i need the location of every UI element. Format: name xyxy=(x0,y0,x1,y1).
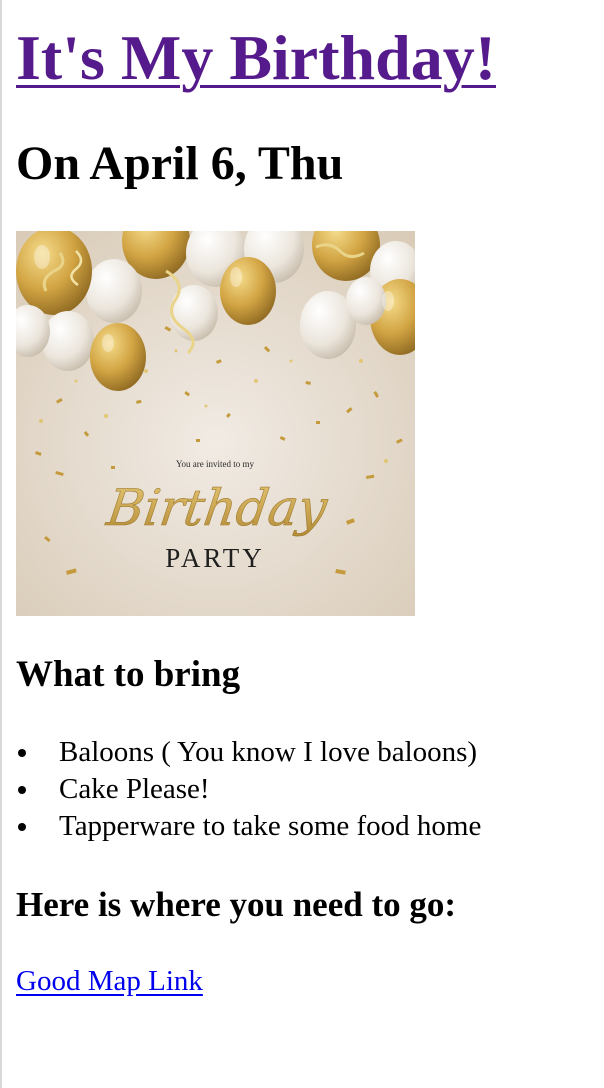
title-link[interactable]: It's My Birthday! xyxy=(16,22,496,93)
list-item-label: Cake Please! xyxy=(59,773,210,805)
balloon xyxy=(346,277,386,325)
left-border xyxy=(0,0,2,1088)
balloon xyxy=(16,231,92,315)
invite-caps-text: PARTY xyxy=(165,543,264,573)
balloon xyxy=(86,259,142,323)
list-item-label: Tapperware to take some food home xyxy=(59,810,482,842)
bring-heading: What to bring xyxy=(16,654,241,695)
bullet-icon xyxy=(18,823,26,831)
bullet-icon xyxy=(18,749,26,757)
list-item: Cake Please! xyxy=(16,771,481,808)
invite-small-text: You are invited to my xyxy=(176,459,255,469)
party-date: On April 6, Thu xyxy=(16,137,344,190)
balloon xyxy=(90,323,146,391)
directions-heading: Here is where you need to go: xyxy=(16,885,457,924)
balloon xyxy=(220,257,276,325)
bullet-icon xyxy=(18,786,26,794)
map-link[interactable]: Good Map Link xyxy=(16,962,203,1000)
balloon xyxy=(42,311,94,371)
list-item-label: Baloons ( You know I love baloons) xyxy=(59,736,478,768)
bring-list: Baloons ( You know I love baloons) Cake … xyxy=(16,734,481,845)
page-title: It's My Birthday! xyxy=(16,20,496,96)
invite-script-text: Birthday xyxy=(103,478,332,537)
list-item: Tapperware to take some food home xyxy=(16,808,481,845)
birthday-invitation-image: You are invited to my Birthday PARTY xyxy=(16,231,415,616)
list-item: Baloons ( You know I love baloons) xyxy=(16,734,481,771)
